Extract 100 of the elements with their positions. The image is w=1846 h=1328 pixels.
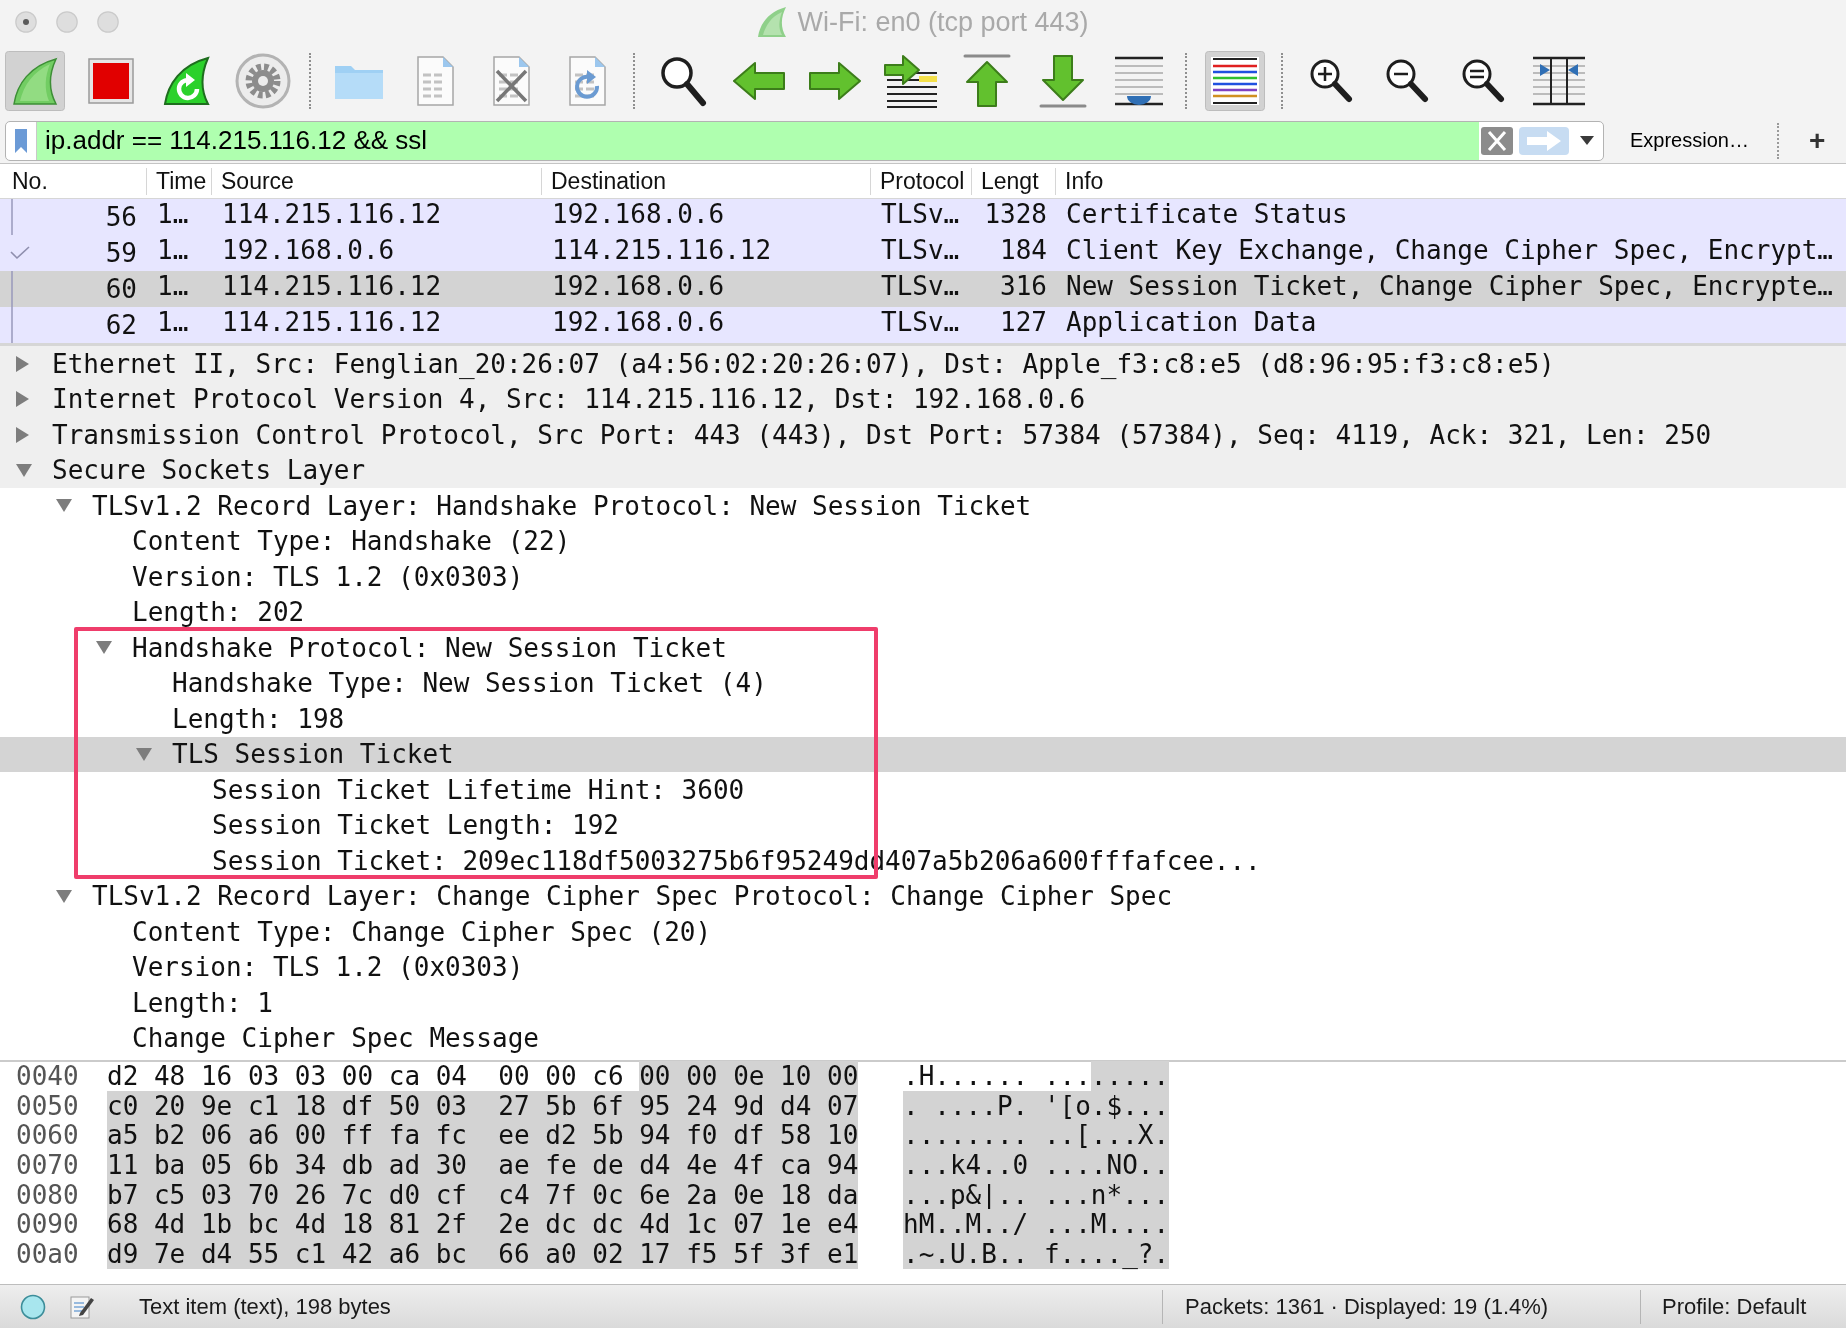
tree-item[interactable]: Version: TLS 1.2 (0x0303) [0, 559, 1846, 595]
disclosure-triangle-icon[interactable] [16, 463, 32, 477]
packet-length: 184 [999, 235, 1048, 267]
tree-item[interactable]: Handshake Type: New Session Ticket (4) [0, 665, 1846, 701]
fin-icon [757, 6, 788, 38]
column-header[interactable]: Destination [542, 167, 871, 195]
packet-time: 1… [156, 199, 190, 231]
tree-item[interactable]: TLS Session Ticket [0, 736, 1846, 772]
byte-offset: 0090 [16, 1210, 80, 1241]
disclosure-triangle-icon[interactable] [16, 391, 29, 408]
packet-info: Certificate Status [1065, 199, 1349, 231]
profile-label: Profile: Default [1662, 1293, 1807, 1320]
hex-bytes: 11 ba 05 6b 34 db ad 30 ae fe de d4 4e 4f ca 94 [107, 1150, 859, 1181]
column-header[interactable]: Protocol [871, 167, 972, 195]
packet-time: 1… [156, 307, 190, 339]
protocol-name: TLSv… [880, 271, 961, 303]
source-address: 114.215.116.12 [221, 271, 443, 303]
tree-item[interactable]: Content Type: Change Cipher Spec (20) [0, 914, 1846, 950]
gear-icon[interactable] [233, 51, 293, 111]
byte-offset: 0070 [16, 1151, 80, 1181]
source-address: 114.215.116.12 [221, 199, 443, 231]
tree-item[interactable]: Handshake Protocol: New Session Ticket [0, 630, 1846, 666]
column-header[interactable]: No. [0, 167, 147, 195]
fin-icon[interactable] [5, 51, 65, 111]
pencil-note-icon[interactable] [69, 1293, 95, 1320]
disclosure-triangle-icon[interactable] [56, 889, 72, 903]
tree-item[interactable]: Content Type: Handshake (22) [0, 523, 1846, 559]
packet-length: 127 [999, 307, 1048, 339]
packet-info: Client Key Exchange, Change Cipher Spec, Encrypt… [1065, 235, 1834, 267]
packet-time: 1… [156, 271, 190, 303]
tree-item[interactable]: Session Ticket Lifetime Hint: 3600 [0, 772, 1846, 808]
hex-bytes: d2 48 16 03 03 00 ca 04 00 00 c6 [107, 1061, 624, 1091]
column-header[interactable]: Info [1056, 167, 1846, 195]
packet-info: Application Data [1065, 307, 1318, 339]
column-header[interactable]: Time [147, 167, 212, 195]
disclosure-triangle-icon[interactable] [56, 499, 72, 513]
hex-bytes: b7 c5 03 70 26 7c d0 cf c4 7f 0c 6e 2a 0e 18 da [107, 1179, 859, 1210]
column-header[interactable]: Lengt [972, 167, 1056, 195]
hex-bytes: 68 4d 1b bc 4d 18 81 2f 2e dc dc 4d 1c 07 1e e4 [107, 1209, 859, 1240]
window-title: Wi-Fi: en0 (tcp port 443) [797, 6, 1089, 38]
packet-row[interactable]: 59 1… 192.168.0.6 114.215.116.12 TLSv… 184 Client Key Exchange, Change Cipher Spec, Encrypt… [0, 235, 1846, 271]
packet-length: 316 [999, 271, 1048, 303]
destination-address: 192.168.0.6 [551, 307, 726, 339]
packet-info: New Session Ticket, Change Cipher Spec, Encrypte… [1065, 271, 1834, 303]
ascii-bytes: ...p&|.. ...n*... [903, 1179, 1170, 1210]
disclosure-triangle-icon[interactable] [96, 641, 112, 655]
protocol-name: TLSv… [880, 199, 961, 231]
ascii-bytes: . ....P. '[o.$... [903, 1090, 1170, 1121]
expression-button[interactable]: Expression… [1630, 129, 1749, 152]
packet-row[interactable]: 62 1… 114.215.116.12 192.168.0.6 TLSv… 127 Application Data [0, 307, 1846, 343]
packet-number: 60 [105, 274, 138, 304]
byte-offset: 0050 [16, 1091, 80, 1122]
packet-number: 56 [105, 202, 138, 232]
packet-row[interactable]: 60 1… 114.215.116.12 192.168.0.6 TLSv… 316 New Session Ticket, Change Cipher Spec, Encrypte… [0, 271, 1846, 307]
tree-item[interactable]: Length: 198 [0, 701, 1846, 737]
ascii-bytes: ...k4..0 ....NO.. [903, 1150, 1170, 1181]
status-message: Text item (text), 198 bytes [139, 1293, 391, 1320]
tree-item[interactable]: Length: 202 [0, 594, 1846, 630]
tree-item[interactable]: TLSv1.2 Record Layer: Change Cipher Spec Protocol: Change Cipher Spec [0, 878, 1846, 914]
packet-count: Packets: 1361 · Displayed: 19 (1.4%) [1185, 1293, 1549, 1320]
packet-number: 59 [105, 238, 138, 268]
ascii-bytes: .H...... ... [903, 1061, 1091, 1091]
disclosure-triangle-icon[interactable] [136, 747, 152, 761]
packet-length: 1328 [983, 199, 1048, 231]
traffic-light-icon[interactable] [15, 11, 37, 33]
byte-offset: 0040 [16, 1062, 80, 1092]
hex-bytes: 00 00 0e 10 00 [639, 1061, 859, 1091]
add-button[interactable]: + [1804, 124, 1830, 157]
byte-offset: 0060 [16, 1121, 80, 1152]
hex-bytes: a5 b2 06 a6 00 ff fa fc ee d2 5b 94 f0 df 58 10 [107, 1120, 859, 1151]
hex-bytes: d9 7e d4 55 c1 42 a6 bc 66 a0 02 17 f5 5f 3f e1 [107, 1239, 859, 1270]
byte-offset: 00a0 [16, 1240, 80, 1270]
packet-time: 1… [156, 235, 190, 267]
packet-number: 62 [105, 310, 138, 340]
source-address: 114.215.116.12 [221, 307, 443, 339]
circle-icon[interactable] [20, 1293, 46, 1320]
protocol-name: TLSv… [880, 307, 961, 339]
packet-row[interactable]: 56 1… 114.215.116.12 192.168.0.6 TLSv… 1328 Certificate Status [0, 199, 1846, 235]
tree-item[interactable]: Change Cipher Spec Message [0, 1020, 1846, 1056]
byte-offset: 0080 [16, 1180, 80, 1211]
column-header[interactable]: Source [212, 167, 542, 195]
destination-address: 192.168.0.6 [551, 199, 726, 231]
protocol-name: TLSv… [880, 235, 961, 267]
tree-item[interactable]: Version: TLS 1.2 (0x0303) [0, 949, 1846, 985]
destination-address: 114.215.116.12 [551, 235, 773, 267]
striped-list-icon[interactable] [1205, 51, 1265, 111]
ascii-bytes: hM..M../ ...M.... [903, 1209, 1170, 1240]
tree-item[interactable]: Length: 1 [0, 985, 1846, 1021]
tree-item[interactable]: Internet Protocol Version 4, Src: 114.215.116.12, Dst: 192.168.0.6 [0, 381, 1846, 417]
ascii-bytes: ..... [1090, 1061, 1170, 1091]
tree-item[interactable]: TLSv1.2 Record Layer: Handshake Protocol: New Session Ticket [0, 488, 1846, 524]
tree-item[interactable]: Ethernet II, Src: Fenglian_20:26:07 (a4:56:02:20:26:07), Dst: Apple_f3:c8:e5 (d8:96:95:f3:c8:e5) [0, 346, 1846, 382]
ascii-bytes: .~.U.B.. f...._?. [903, 1239, 1170, 1270]
disclosure-triangle-icon[interactable] [16, 355, 29, 372]
tree-item[interactable]: Secure Sockets Layer [0, 452, 1846, 488]
disclosure-triangle-icon[interactable] [16, 426, 29, 443]
hex-bytes: c0 20 9e c1 18 df 50 03 27 5b 6f 95 24 9d d4 07 [107, 1090, 859, 1121]
tree-item[interactable]: Session Ticket Length: 192 [0, 807, 1846, 843]
source-address: 192.168.0.6 [221, 235, 396, 267]
tree-item[interactable]: Transmission Control Protocol, Src Port: 443 (443), Dst Port: 57384 (57384), Seq: 4119, Ack: 321, Len: 250 [0, 417, 1846, 453]
